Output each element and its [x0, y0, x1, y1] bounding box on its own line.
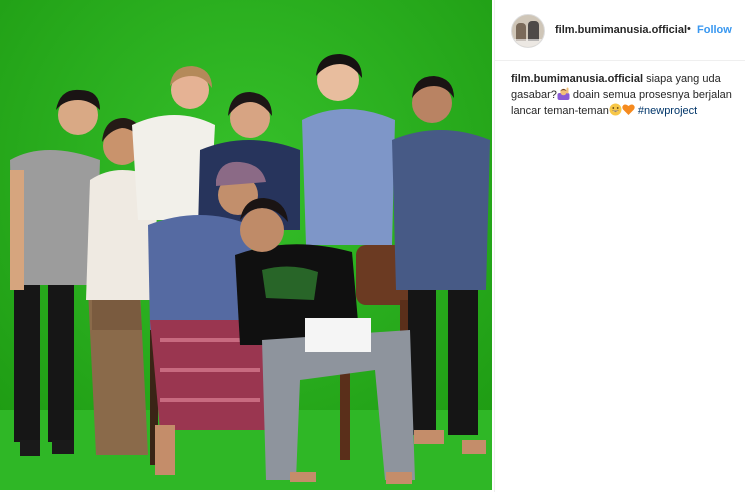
separator-dot: • [687, 23, 691, 35]
post-caption: film.bumimanusia.official siapa yang uda… [511, 72, 737, 119]
grinning-face-emoji [609, 103, 622, 116]
post-header: film.bumimanusia.official • Follow [495, 0, 745, 61]
avatar[interactable] [511, 14, 545, 48]
instagram-post: film.bumimanusia.official • Follow film.… [0, 0, 745, 492]
person-raising-hand-emoji [557, 87, 570, 100]
post-sidebar: film.bumimanusia.official • Follow film.… [494, 0, 745, 492]
username-link[interactable]: film.bumimanusia.official [555, 24, 687, 36]
follow-button[interactable]: Follow [697, 24, 732, 36]
group-photo-illustration [0, 0, 492, 490]
post-photo[interactable] [0, 0, 492, 490]
hashtag-link[interactable]: #newproject [638, 105, 697, 117]
caption-username[interactable]: film.bumimanusia.official [511, 73, 643, 85]
orange-heart-emoji [622, 104, 635, 115]
